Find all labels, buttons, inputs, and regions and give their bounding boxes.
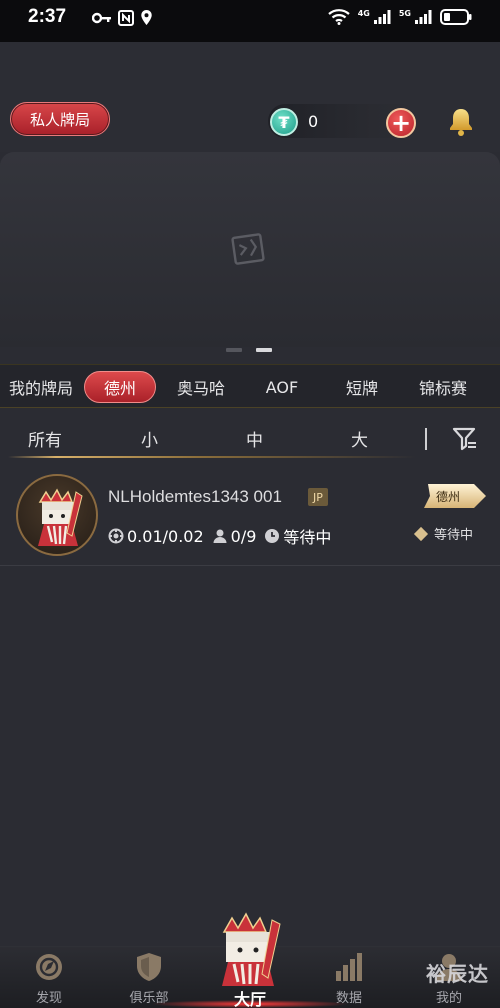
balance-value: 0	[308, 112, 319, 131]
diamond-icon	[413, 526, 429, 541]
chip-icon	[108, 528, 124, 544]
room-name: NLHoldemtes1343 001	[108, 487, 282, 506]
private-game-button[interactable]: 私人牌局	[10, 102, 110, 136]
status-right-icons: 4G 5G	[327, 9, 472, 25]
game-type-tabs: 我的牌局 德州 奥马哈 AOF 短牌 锦标赛	[0, 364, 500, 408]
bell-icon[interactable]	[446, 106, 476, 138]
tab-tournament[interactable]: 锦标赛	[410, 371, 476, 403]
stake-all[interactable]: 所有	[28, 426, 62, 451]
image-placeholder-icon	[231, 233, 265, 265]
stake-active-underline	[8, 456, 488, 458]
tab-aof[interactable]: AOF	[254, 371, 310, 403]
pager-dot-active[interactable]	[256, 348, 272, 352]
room-blinds: 0.01/0.02	[127, 526, 204, 546]
stake-divider	[425, 428, 427, 450]
pager-dot[interactable]	[226, 348, 242, 352]
discover-icon	[36, 954, 62, 980]
signal-5g-icon	[415, 10, 432, 24]
room-status-text: 等待中	[434, 528, 474, 543]
king-avatar-icon	[16, 474, 98, 556]
nav-club[interactable]: 俱乐部	[114, 951, 184, 1007]
signal-label-5g: 5G	[398, 9, 411, 18]
nfc-icon	[118, 9, 134, 26]
promo-banner[interactable]	[0, 152, 500, 347]
location-icon	[141, 10, 152, 25]
stake-small[interactable]: 小	[141, 426, 158, 451]
bar-chart-icon	[336, 953, 362, 981]
nav-label-profile: 我的	[435, 991, 462, 1006]
status-left-icons	[92, 9, 153, 26]
tab-omaha[interactable]: 奥马哈	[170, 371, 232, 403]
clock-icon	[265, 529, 280, 543]
nav-discover[interactable]: 发现	[14, 951, 84, 1007]
room-meta: 0.01/0.02 0/9 等待中	[108, 524, 331, 548]
wifi-icon	[327, 9, 350, 25]
players-icon	[213, 529, 227, 543]
stake-large[interactable]: 大	[351, 426, 368, 451]
tab-my-games[interactable]: 我的牌局	[4, 371, 78, 403]
room-status: 等待中	[413, 524, 474, 543]
add-funds-icon[interactable]: +	[386, 108, 416, 138]
signal-4g-icon	[373, 10, 391, 24]
jackpot-badge: JP	[308, 488, 328, 506]
status-time: 2:37	[28, 6, 67, 27]
room-state: 等待中	[283, 528, 332, 547]
usdt-coin-icon: ₮	[270, 108, 298, 136]
nav-data[interactable]: 数据	[314, 951, 384, 1007]
nav-label-discover: 发现	[35, 991, 62, 1006]
tab-short-deck[interactable]: 短牌	[336, 371, 388, 403]
watermark: 裕辰达	[426, 962, 489, 986]
banner-pager	[226, 348, 272, 352]
status-bar: 2:37 4G 5G	[0, 0, 500, 42]
filter-icon[interactable]	[452, 426, 478, 452]
stake-medium[interactable]: 中	[246, 426, 263, 451]
room-card[interactable]: NLHoldemtes1343 001 JP 0.01/0.02 0/9 等待中…	[0, 466, 500, 566]
nav-label-lobby[interactable]: 大厅	[222, 986, 278, 1008]
key-icon	[92, 12, 111, 23]
tab-texas[interactable]: 德州	[84, 371, 156, 403]
signal-label-4g: 4G	[357, 9, 370, 18]
room-players: 0/9	[230, 526, 257, 546]
shield-icon	[137, 953, 161, 981]
battery-icon	[440, 9, 472, 25]
game-type-label: 德州	[436, 490, 461, 504]
